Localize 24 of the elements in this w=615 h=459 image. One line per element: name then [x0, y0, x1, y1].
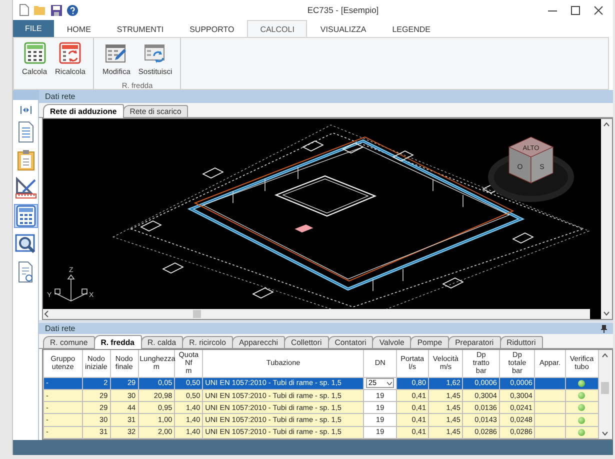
ribbon-tab[interactable]: CALCOLI [247, 20, 308, 37]
window-title: EC735 - [Esempio] [306, 5, 380, 15]
pin-icon[interactable] [601, 324, 607, 332]
vertical-scrollbar[interactable] [599, 350, 611, 439]
magnifier-document-icon[interactable] [14, 232, 38, 256]
caret-icon [386, 382, 392, 385]
sidebar-header [12, 90, 38, 100]
table-pencil-icon [105, 42, 128, 64]
save-icon[interactable] [51, 4, 62, 16]
table-arrows-icon [144, 42, 166, 64]
new-file-icon[interactable] [19, 4, 29, 16]
maximize-icon[interactable] [571, 6, 580, 14]
vertical-scrollbar[interactable] [601, 119, 612, 319]
file-tab[interactable]: FILE [13, 20, 54, 37]
panel-title: Dati rete [45, 324, 76, 333]
help-icon[interactable] [67, 4, 78, 16]
horizontal-scrollbar[interactable] [43, 309, 590, 319]
set-square-ruler-icon[interactable] [14, 176, 38, 200]
panel-title: Dati rete [45, 92, 76, 101]
calculator-icon [24, 42, 46, 64]
calculator-icon[interactable] [14, 204, 38, 228]
recalculate-icon [59, 42, 82, 64]
axis-triad-icon [54, 274, 88, 302]
close-icon[interactable] [594, 6, 603, 14]
